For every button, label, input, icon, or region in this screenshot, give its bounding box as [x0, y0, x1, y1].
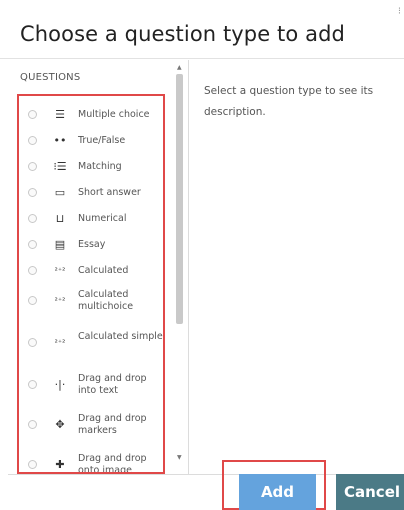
radio-button[interactable] — [28, 420, 37, 429]
scrollbar-thumb[interactable] — [176, 74, 183, 324]
question-type-label: Matching — [78, 161, 122, 172]
question-type-label: Calculated — [78, 265, 129, 276]
question-type-label: Short answer — [78, 187, 141, 198]
grid-list-icon: ⁝☰ — [53, 160, 67, 173]
list-icon: ☰ — [55, 108, 65, 121]
radio-button[interactable] — [28, 214, 37, 223]
radio-button[interactable] — [28, 380, 37, 389]
drag-move-icon: ✚ — [55, 458, 65, 471]
drag-markers-icon: ✥ — [55, 418, 65, 431]
question-type-label: Essay — [78, 239, 106, 250]
cancel-button[interactable]: Cancel — [336, 474, 404, 510]
question-type-label: Multiple choice — [78, 109, 150, 120]
close-dots-icon[interactable]: ⁝ — [398, 6, 401, 17]
radio-button[interactable] — [28, 338, 37, 347]
numeric-icon: ⊔ — [55, 212, 65, 225]
question-type-label: True/False — [78, 135, 126, 146]
question-type-label: Drag and drop onto image — [78, 453, 147, 474]
input-box-icon: ▭ — [54, 186, 66, 199]
question-type-label: Numerical — [78, 213, 127, 224]
two-dots-icon: •• — [53, 134, 67, 147]
question-type-label: Drag and drop markers — [78, 413, 147, 436]
questions-header: QUESTIONS — [20, 72, 81, 83]
radio-button[interactable] — [28, 110, 37, 119]
radio-button[interactable] — [28, 266, 37, 275]
calculated-icon: ²⁺² — [54, 266, 66, 275]
radio-button[interactable] — [28, 188, 37, 197]
radio-button[interactable] — [28, 240, 37, 249]
radio-button[interactable] — [28, 460, 37, 469]
document-icon: ▤ — [54, 238, 66, 251]
question-type-list: ☰ Multiple choice •• True/False ⁝☰ Match… — [17, 94, 165, 474]
scroll-down-arrow-icon[interactable]: ▼ — [177, 454, 182, 461]
header-divider — [0, 58, 404, 59]
question-type-label: Calculated multichoice — [78, 289, 134, 312]
question-type-label: Drag and drop into text — [78, 373, 147, 396]
radio-button[interactable] — [28, 296, 37, 305]
modal-title: Choose a question type to add — [20, 22, 345, 46]
question-description: Select a question type to see its descri… — [204, 85, 374, 118]
scroll-up-arrow-icon[interactable]: ▲ — [177, 64, 182, 71]
radio-button[interactable] — [28, 162, 37, 171]
calculated-simple-icon: ²⁺² — [54, 338, 66, 347]
add-button[interactable]: Add — [239, 474, 316, 510]
calculated-multichoice-icon: ²⁺² — [54, 296, 66, 305]
radio-button[interactable] — [28, 136, 37, 145]
drag-vertical-icon: ·|· — [54, 378, 66, 391]
question-type-label: Calculated simple — [78, 331, 163, 342]
